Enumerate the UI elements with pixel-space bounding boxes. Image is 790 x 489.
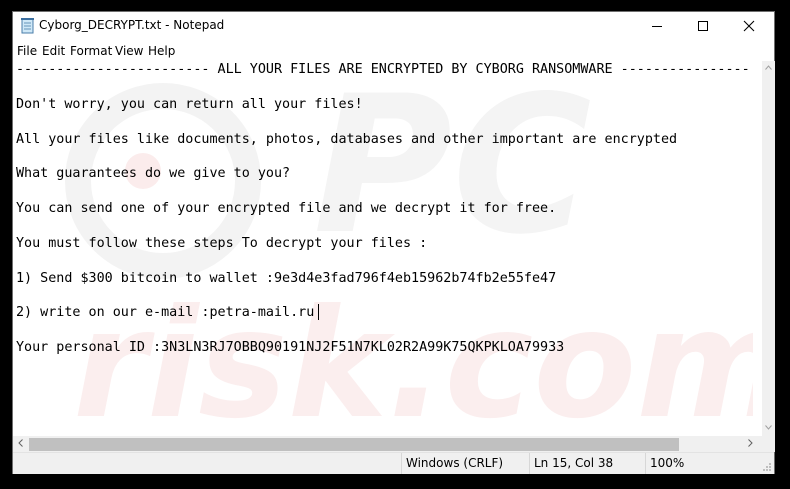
status-bar: Windows (CRLF) Ln 15, Col 38 100% (13, 452, 774, 474)
minimize-icon (652, 26, 662, 27)
scroll-up-icon[interactable] (765, 65, 772, 70)
window-title: Cyborg_DECRYPT.txt - Notepad (39, 18, 225, 32)
vertical-scrollbar[interactable] (762, 61, 775, 436)
horizontal-scroll-thumb[interactable] (29, 438, 679, 451)
text-caret (318, 304, 319, 320)
text-line: You can send one of your encrypted file … (16, 201, 557, 216)
menu-file[interactable]: File (17, 44, 37, 58)
text-line: Your personal ID :3N3LN3RJ7OBBQ90191NJ2F… (16, 340, 565, 355)
text-line: 1) Send $300 bitcoin to wallet :9e3d4e3f… (16, 271, 557, 286)
text-line: What guarantees do we give to you? (16, 166, 291, 181)
text-line: Don't worry, you can return all your fil… (16, 97, 363, 112)
minimize-button[interactable] (634, 12, 680, 41)
horizontal-scrollbar[interactable] (13, 436, 762, 452)
maximize-icon (698, 21, 708, 31)
resize-grip-icon[interactable] (762, 462, 772, 472)
scroll-right-icon[interactable] (748, 439, 753, 447)
notepad-window: Cyborg_DECRYPT.txt - Notepad File Edit F… (12, 11, 775, 474)
status-encoding: Windows (CRLF) (401, 453, 526, 474)
text-editor[interactable]: PC risk.com ------------------------ ALL… (13, 61, 762, 436)
title-bar[interactable]: Cyborg_DECRYPT.txt - Notepad (13, 12, 774, 41)
maximize-button[interactable] (680, 12, 726, 41)
scrollbar-corner (762, 436, 775, 452)
menu-help[interactable]: Help (148, 44, 175, 58)
text-line: You must follow these steps To decrypt y… (16, 236, 428, 251)
status-position: Ln 15, Col 38 (529, 453, 638, 474)
menu-view[interactable]: View (115, 44, 143, 58)
text-line: 2) write on our e-mail :petra-mail.ru (16, 305, 315, 320)
menu-bar: File Edit Format View Help (13, 41, 774, 61)
scroll-down-icon[interactable] (765, 425, 772, 430)
text-line: ------------------------ ALL YOUR FILES … (16, 62, 750, 77)
notepad-icon (21, 18, 34, 34)
scroll-left-icon[interactable] (18, 439, 23, 447)
close-button[interactable] (726, 12, 772, 41)
status-zoom: 100% (645, 453, 750, 474)
menu-format[interactable]: Format (70, 44, 112, 58)
text-line: All your files like documents, photos, d… (16, 132, 678, 147)
menu-edit[interactable]: Edit (42, 44, 65, 58)
close-icon (743, 20, 755, 32)
